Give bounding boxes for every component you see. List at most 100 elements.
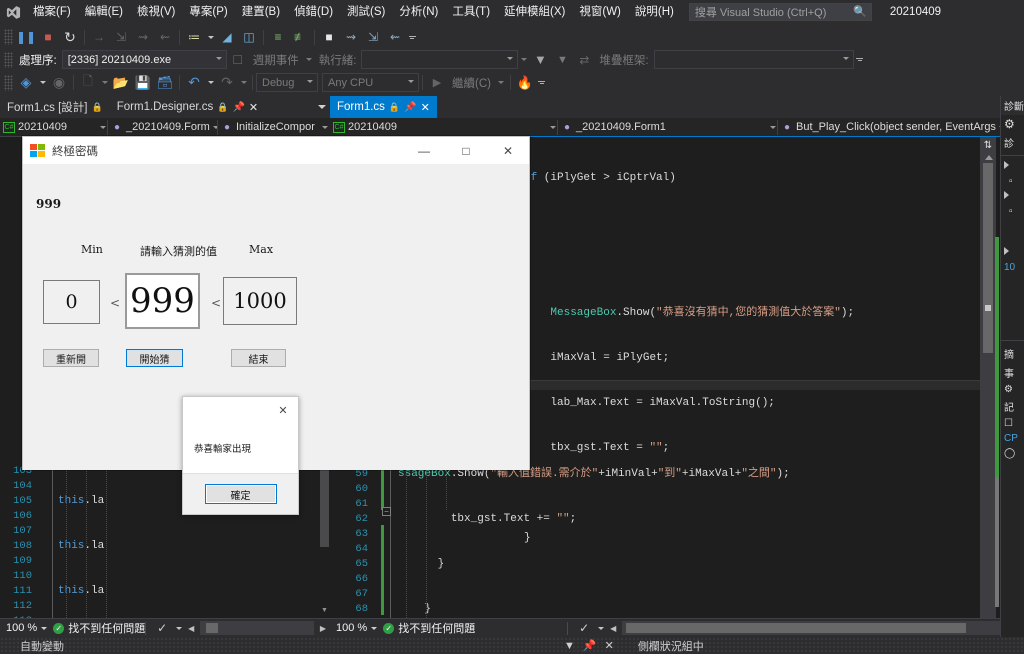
thread3-icon[interactable]: ⇜ (384, 27, 406, 47)
diagnostics-section-memory[interactable] (1001, 189, 1024, 204)
ok-button[interactable]: 確定 (204, 484, 277, 504)
scroll-left-icon[interactable]: ◀ (184, 624, 198, 633)
scrollbar-thumb[interactable] (206, 623, 219, 633)
menu-extensions[interactable]: 延伸模組(X) (497, 0, 572, 24)
scroll-left-icon[interactable]: ◀ (606, 624, 620, 633)
fold-collapse-icon[interactable]: − (382, 507, 391, 516)
navigate-back-dropdown-icon[interactable] (37, 73, 48, 93)
lifecycle-dropdown-icon[interactable] (304, 50, 315, 70)
lifecycle-icon[interactable]: ☐ (227, 50, 249, 70)
menu-help[interactable]: 說明(H) (628, 0, 681, 24)
menu-analyze[interactable]: 分析(N) (392, 0, 445, 24)
gear-icon[interactable]: ⚙ (1001, 115, 1024, 133)
scroll-down-icon[interactable]: ▼ (319, 607, 330, 618)
close-icon[interactable]: ✕ (268, 397, 298, 423)
open-folder-icon[interactable]: 📂 (110, 73, 132, 93)
menu-view[interactable]: 檢視(V) (130, 0, 182, 24)
close-icon[interactable]: ✕ (487, 137, 529, 165)
horizontal-scrollbar-left[interactable] (200, 621, 314, 635)
hot-reload-icon[interactable]: 🔥 (514, 73, 536, 93)
close-icon[interactable]: ✕ (249, 101, 258, 114)
diagnostics-row-memory[interactable]: 記 (1001, 397, 1024, 416)
dock-dropdown-icon[interactable]: ▼ (560, 640, 579, 652)
maximize-icon[interactable]: □ (445, 137, 487, 165)
thread-combobox[interactable] (361, 50, 519, 69)
navbar-member-dropdown[interactable]: ● But_Play_Click(object sender, EventArg… (778, 118, 1004, 137)
dock-close-icon[interactable]: ✕ (601, 639, 618, 652)
redo-icon[interactable]: ↷ (216, 73, 238, 93)
gear-icon-small[interactable]: ⚙ (1001, 382, 1024, 397)
tab-form1-cs[interactable]: Form1.cs 🔒 📌 ✕ (330, 96, 437, 118)
process-combobox[interactable]: [2336] 20210409.exe (61, 50, 227, 69)
menu-window[interactable]: 視窗(W) (572, 0, 628, 24)
toolbar-grip[interactable] (4, 29, 13, 45)
undo-dropdown-icon[interactable] (205, 73, 216, 93)
scrollbar-thumb[interactable] (626, 623, 967, 633)
step-out-icon[interactable]: ⇜ (154, 27, 176, 47)
thread2-icon[interactable]: ⇲ (362, 27, 384, 47)
navbar-class-dropdown[interactable]: ● _20210409.Form (108, 118, 218, 137)
new-file-icon[interactable]: 🗋 (77, 73, 99, 93)
menu-edit[interactable]: 編輯(E) (78, 0, 130, 24)
brush-dropdown-icon[interactable] (595, 618, 606, 638)
navbar-project-dropdown[interactable]: C# 20210409 (330, 118, 558, 137)
diagnostics-section-cpu[interactable] (1001, 245, 1024, 260)
thread-more-icon[interactable] (518, 50, 529, 70)
step-continue-icon[interactable]: → (88, 27, 110, 47)
redo-dropdown-icon[interactable] (238, 73, 249, 93)
zoom-level-selector-right[interactable]: 100 % (330, 619, 383, 638)
indent-icon[interactable]: ≢ (289, 27, 311, 47)
step-into-icon[interactable]: ⇲ (110, 27, 132, 47)
horizontal-scrollbar-right[interactable] (622, 621, 1008, 635)
editor-scrollbar-right[interactable]: ⇅ (980, 137, 996, 618)
thread1-icon[interactable]: ⇝ (340, 27, 362, 47)
platform-combobox[interactable]: Any CPU (322, 73, 419, 92)
filter-icon[interactable]: ▼ (529, 50, 551, 70)
restart-button[interactable]: 重新開 (43, 349, 99, 367)
menu-build[interactable]: 建置(B) (235, 0, 287, 24)
pause-icon[interactable]: ❚❚ (15, 27, 37, 47)
close-icon[interactable]: ✕ (421, 101, 430, 114)
menu-tools[interactable]: 工具(T) (445, 0, 497, 24)
shuffle-icon[interactable]: ⇄ (573, 50, 595, 70)
save-all-icon[interactable]: 🗃 (154, 73, 176, 93)
editor-split-handle[interactable]: ⇅ (980, 137, 996, 153)
menu-test[interactable]: 測試(S) (340, 0, 392, 24)
zoom-level-selector-left[interactable]: 100 % (0, 619, 53, 638)
navigate-forward-icon[interactable]: ◉ (48, 73, 70, 93)
messagebox-dialog[interactable]: ✕ 恭喜輸家出現 確定 (182, 396, 299, 515)
menu-file[interactable]: 檔案(F) (26, 0, 78, 24)
menu-debug[interactable]: 偵錯(D) (287, 0, 340, 24)
toolbar-overflow-icon[interactable] (406, 27, 418, 47)
stop-icon[interactable]: ■ (37, 27, 59, 47)
toolbar-grip[interactable] (4, 74, 13, 91)
navbar-project-dropdown[interactable]: C# 20210409 (0, 118, 108, 137)
filter-clear-icon[interactable]: ▼ (551, 50, 573, 70)
diagnostics-row-cpu[interactable]: CP (1001, 431, 1024, 446)
quick-launch-search[interactable]: 搜尋 Visual Studio (Ctrl+Q) 🔍 (688, 3, 872, 21)
step-over-icon[interactable]: ⇝ (132, 27, 154, 47)
toolbar-overflow-icon[interactable] (854, 50, 866, 70)
guess-input-box[interactable]: 999 (125, 273, 200, 329)
hex-dropdown-icon[interactable] (205, 27, 216, 47)
brush-icon[interactable]: ✓ (573, 618, 595, 638)
undo-icon[interactable]: ↶ (183, 73, 205, 93)
brush-icon[interactable]: ✓ (151, 618, 173, 638)
pin-icon[interactable]: 📌 (232, 102, 244, 113)
stackframe-combobox[interactable] (653, 50, 854, 69)
dock-pin-icon[interactable]: 📌 (579, 639, 601, 652)
new-file-dropdown-icon[interactable] (99, 73, 110, 93)
diagnostics-row-events[interactable]: 事 (1001, 363, 1024, 382)
diagnostics-row-snapshot[interactable]: ☐ (1001, 416, 1024, 431)
show-threads-icon[interactable]: ◢ (216, 27, 238, 47)
scroll-up-icon[interactable] (985, 155, 993, 160)
winform-titlebar[interactable]: 終極密碼 — □ ✕ (23, 137, 529, 165)
scroll-right-icon[interactable]: ▶ (316, 624, 330, 633)
continue-dropdown-icon[interactable] (496, 73, 507, 93)
diagnostics-row-summary[interactable]: 摘 (1001, 344, 1024, 363)
minimize-icon[interactable]: — (403, 137, 445, 165)
navbar-class-dropdown[interactable]: ● _20210409.Form1 (558, 118, 778, 137)
messagebox-titlebar[interactable]: ✕ (183, 397, 298, 423)
toolbar-grip[interactable] (4, 51, 13, 68)
navbar-member-dropdown[interactable]: ● InitializeCompor (218, 118, 330, 137)
